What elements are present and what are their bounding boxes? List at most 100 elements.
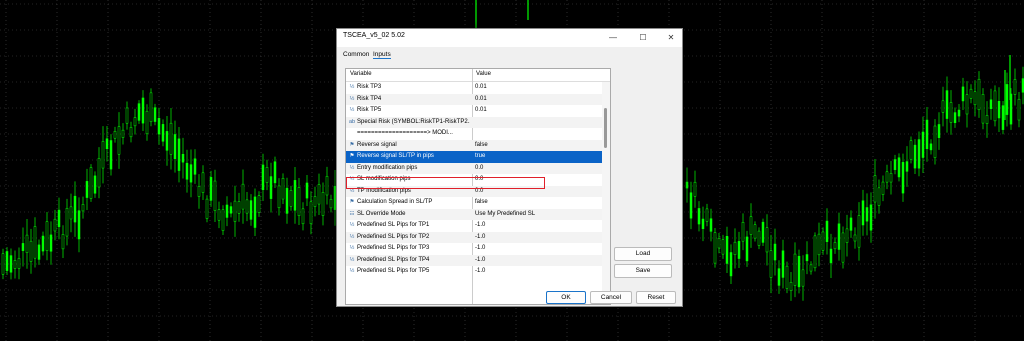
param-value[interactable]: -1.0 xyxy=(475,255,600,267)
candle-body xyxy=(837,223,841,250)
candle-body xyxy=(249,200,253,220)
table-row[interactable]: ====================> MODI... xyxy=(346,128,602,140)
candle-body xyxy=(121,129,125,138)
param-value[interactable]: false xyxy=(475,140,600,152)
table-row[interactable]: ☷ SL Override Mode Use My Predefined SL xyxy=(346,208,602,221)
param-name: Predefined SL Pips for TP4 xyxy=(357,256,430,263)
candle-body xyxy=(185,162,189,180)
candle-body xyxy=(969,88,973,99)
table-row[interactable]: ½ Risk TP5 0.01 xyxy=(346,105,602,117)
cancel-button[interactable]: Cancel xyxy=(590,291,632,304)
param-type-icon: ☷ xyxy=(349,210,355,217)
param-name: Calculation Spread in SL/TP xyxy=(357,199,433,205)
candle-body xyxy=(177,138,181,171)
param-value[interactable]: -1.0 xyxy=(475,220,600,232)
param-name: Reverse signal SL/TP in pips xyxy=(357,153,434,159)
tab-common[interactable]: Common xyxy=(343,51,369,58)
candle-body xyxy=(21,243,25,251)
close-icon[interactable]: ✕ xyxy=(657,29,685,47)
candle-body xyxy=(769,250,773,278)
reset-button[interactable]: Reset xyxy=(636,291,676,304)
table-row[interactable]: ½ Predefined SL Pips for TP2 -1.0 xyxy=(346,231,602,244)
save-button[interactable]: Save xyxy=(614,264,672,278)
table-row[interactable]: ½ Predefined SL Pips for TP5 -1.0 xyxy=(346,266,602,278)
candle-body xyxy=(905,161,909,172)
ok-button[interactable]: OK xyxy=(546,291,586,304)
param-value[interactable]: false xyxy=(475,197,600,209)
table-row[interactable]: ½ Risk TP4 0.01 xyxy=(346,93,602,106)
candle-body xyxy=(845,228,849,243)
vertical-scrollbar[interactable] xyxy=(602,82,610,304)
param-type-icon: ⚑ xyxy=(349,153,355,159)
candle-body xyxy=(25,234,29,253)
candle-body xyxy=(997,101,1001,119)
candle-body xyxy=(877,187,881,206)
candle-body xyxy=(321,192,325,216)
param-value[interactable]: -1.0 xyxy=(475,243,600,255)
candle-body xyxy=(205,198,209,219)
candle-body xyxy=(897,157,901,178)
tab-inputs[interactable]: Inputs xyxy=(373,51,391,59)
param-name: SL Override Mode xyxy=(357,210,406,217)
candle-body xyxy=(797,255,801,288)
candle-body xyxy=(937,124,941,138)
param-value[interactable]: 0.01 xyxy=(475,94,600,106)
candle-body xyxy=(829,248,833,264)
table-row[interactable]: ½ Entry modification pips 0.0 xyxy=(346,162,602,175)
candle-body xyxy=(921,131,925,158)
candle-body xyxy=(945,90,949,119)
param-value[interactable]: -1.0 xyxy=(475,266,600,278)
candle-body xyxy=(141,97,145,124)
candle-body xyxy=(193,158,197,175)
param-value[interactable]: 0.01 xyxy=(475,105,600,117)
candle-body xyxy=(33,226,37,259)
table-row[interactable]: ½ Predefined SL Pips for TP4 -1.0 xyxy=(346,254,602,267)
candle-body xyxy=(181,153,185,163)
param-value[interactable]: 0.0 xyxy=(475,163,600,175)
candle-body xyxy=(165,131,169,151)
candle-body xyxy=(801,269,805,287)
candle-body xyxy=(269,176,273,199)
column-header-value[interactable]: Value xyxy=(476,71,491,77)
highlight-box xyxy=(346,177,545,189)
candle-body xyxy=(713,232,717,264)
candle-body xyxy=(133,117,137,127)
candle-body xyxy=(705,208,709,222)
load-button[interactable]: Load xyxy=(614,247,672,261)
table-row[interactable]: ½ Predefined SL Pips for TP1 -1.0 xyxy=(346,220,602,232)
param-name: Entry modification pips xyxy=(357,164,418,171)
table-row[interactable]: ½ Predefined SL Pips for TP3 -1.0 xyxy=(346,243,602,255)
candle-body xyxy=(253,196,257,228)
param-type-icon: ⚑ xyxy=(349,199,355,205)
table-row[interactable]: ⚑ Reverse signal false xyxy=(346,139,602,152)
minimize-icon[interactable]: — xyxy=(599,29,627,47)
candle-body xyxy=(273,161,277,184)
candle-body xyxy=(717,237,721,249)
candle-body xyxy=(929,143,933,151)
param-type-icon: ½ xyxy=(349,268,355,274)
scrollbar-thumb[interactable] xyxy=(604,108,607,148)
candle-body xyxy=(289,190,293,207)
table-row[interactable]: ⚑ Calculation Spread in SL/TP false xyxy=(346,197,602,209)
column-header-variable[interactable]: Variable xyxy=(350,71,372,77)
candle-body xyxy=(9,255,13,273)
param-value[interactable]: true xyxy=(475,151,600,163)
candle-body xyxy=(761,221,765,243)
candle-body xyxy=(1001,105,1005,130)
param-value[interactable]: 0.01 xyxy=(475,82,600,94)
table-row[interactable]: ⚑ Reverse signal SL/TP in pips true xyxy=(346,151,602,163)
param-value[interactable]: Use My Predefined SL xyxy=(475,209,600,221)
candle-body xyxy=(77,210,81,240)
candle-body xyxy=(145,110,149,135)
candle-body xyxy=(873,175,877,203)
candle-body xyxy=(697,208,701,225)
table-row[interactable]: ½ Risk TP3 0.01 xyxy=(346,82,602,94)
candle-body xyxy=(105,138,109,149)
maximize-icon[interactable]: ☐ xyxy=(629,29,657,47)
candle-body xyxy=(725,236,729,264)
param-value[interactable]: -1.0 xyxy=(475,232,600,244)
candle-body xyxy=(965,94,969,115)
table-row[interactable]: ab Special Risk (SYMBOL:RiskTP1-RiskTP2..… xyxy=(346,116,602,128)
candle-body xyxy=(169,122,173,155)
candle-body xyxy=(241,183,245,210)
